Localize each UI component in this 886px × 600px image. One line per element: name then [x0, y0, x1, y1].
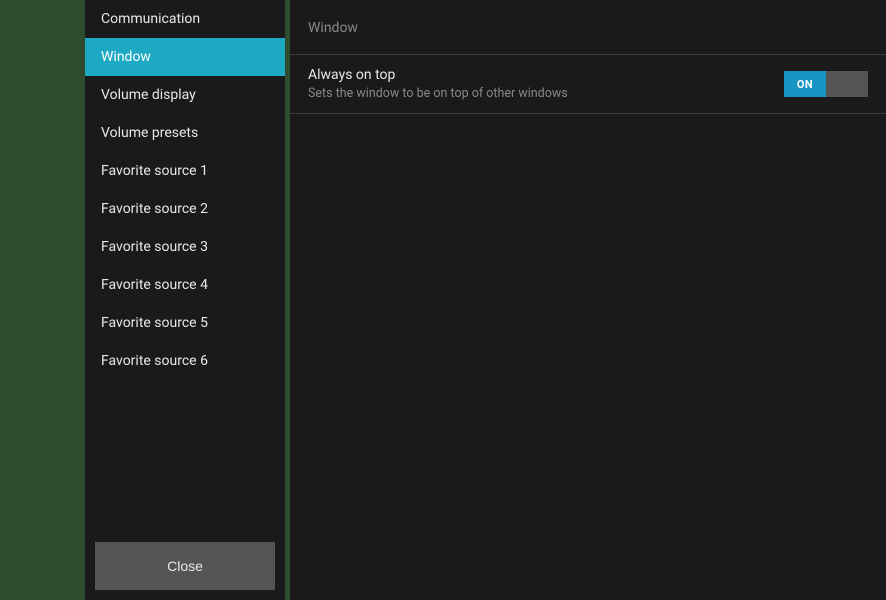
sidebar-item-label: Favorite source 2	[101, 201, 208, 217]
sidebar-item-label: Communication	[101, 11, 200, 27]
sidebar-item-label: Favorite source 6	[101, 353, 208, 369]
main-header-title: Window	[308, 20, 358, 36]
sidebar-item-favorite-source-5[interactable]: Favorite source 5	[85, 304, 285, 342]
sidebar-item-communication[interactable]: Communication	[85, 0, 285, 38]
sidebar-items: Communication Window Volume display Volu…	[85, 0, 285, 532]
setting-text: Always on top Sets the window to be on t…	[308, 67, 784, 101]
close-button[interactable]: Close	[95, 542, 275, 590]
main-header: Window	[290, 0, 886, 55]
sidebar-item-volume-display[interactable]: Volume display	[85, 76, 285, 114]
sidebar: Communication Window Volume display Volu…	[85, 0, 285, 600]
toggle-on-label: ON	[784, 71, 826, 97]
setting-title: Always on top	[308, 67, 784, 83]
sidebar-item-label: Favorite source 3	[101, 239, 208, 255]
setting-always-on-top: Always on top Sets the window to be on t…	[290, 55, 886, 114]
sidebar-item-volume-presets[interactable]: Volume presets	[85, 114, 285, 152]
sidebar-item-label: Favorite source 1	[101, 163, 208, 179]
sidebar-item-label: Favorite source 5	[101, 315, 208, 331]
sidebar-item-label: Volume presets	[101, 125, 198, 141]
close-button-label: Close	[167, 558, 203, 574]
sidebar-item-window[interactable]: Window	[85, 38, 285, 76]
main-panel: Window Always on top Sets the window to …	[290, 0, 886, 600]
setting-desc: Sets the window to be on top of other wi…	[308, 86, 784, 101]
sidebar-item-label: Favorite source 4	[101, 277, 208, 293]
sidebar-item-favorite-source-1[interactable]: Favorite source 1	[85, 152, 285, 190]
sidebar-item-favorite-source-2[interactable]: Favorite source 2	[85, 190, 285, 228]
sidebar-item-favorite-source-6[interactable]: Favorite source 6	[85, 342, 285, 380]
sidebar-item-favorite-source-4[interactable]: Favorite source 4	[85, 266, 285, 304]
sidebar-item-label: Volume display	[101, 87, 196, 103]
sidebar-item-favorite-source-3[interactable]: Favorite source 3	[85, 228, 285, 266]
sidebar-item-label: Window	[101, 49, 151, 65]
always-on-top-toggle[interactable]: ON	[784, 71, 868, 97]
